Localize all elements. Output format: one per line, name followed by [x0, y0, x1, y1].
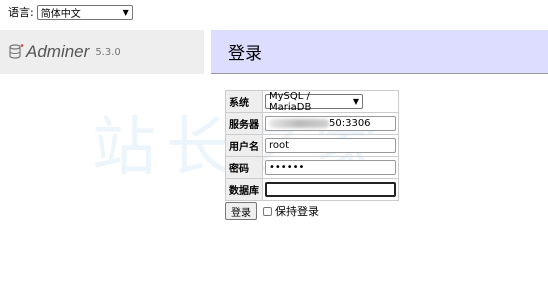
permanent-login-label: 保持登录	[275, 205, 319, 218]
database-input[interactable]	[265, 182, 396, 197]
language-select-value: 简体中文	[40, 8, 81, 20]
redacted-host	[269, 119, 329, 128]
page-title: 登录	[228, 44, 262, 64]
server-input[interactable]: 50:3306	[265, 116, 396, 131]
app-name[interactable]: Adminer	[26, 42, 89, 62]
permanent-login[interactable]: 保持登录	[263, 203, 319, 219]
app-version[interactable]: 5.3.0	[95, 47, 120, 58]
system-select[interactable]: MySQL / MariaDB ▼	[265, 91, 363, 113]
form-actions: 登录 保持登录	[225, 202, 319, 220]
login-button[interactable]: 登录	[225, 202, 257, 220]
chevron-down-icon: ▼	[352, 97, 359, 106]
password-input[interactable]: ••••••	[265, 160, 396, 175]
database-label: 数据库	[225, 178, 263, 201]
row-database: 数据库	[225, 178, 399, 201]
username-label: 用户名	[225, 134, 263, 157]
row-server: 服务器 50:3306	[225, 112, 399, 135]
chevron-down-icon: ▼	[122, 7, 129, 17]
password-label: 密码	[225, 156, 263, 179]
language-label: 语言:	[8, 6, 34, 19]
server-input-value: 50:3306	[329, 118, 371, 129]
row-system: 系统 MySQL / MariaDB ▼	[225, 90, 399, 113]
language-select[interactable]: 简体中文 ▼	[36, 4, 133, 20]
page-header: 登录	[211, 30, 548, 74]
language-row: 语言: 简体中文 ▼	[8, 4, 133, 20]
database-icon	[9, 44, 24, 59]
logo-bar: Adminer 5.3.0	[0, 30, 204, 74]
row-username: 用户名 root	[225, 134, 399, 157]
login-form-table: 系统 MySQL / MariaDB ▼ 服务器 50:3306 用户名 roo…	[225, 90, 399, 201]
system-select-value: MySQL / MariaDB	[269, 90, 312, 113]
username-input-value: root	[269, 140, 290, 151]
server-label: 服务器	[225, 112, 263, 135]
permanent-login-checkbox[interactable]	[263, 206, 272, 216]
password-input-value: ••••••	[269, 162, 305, 173]
row-password: 密码 ••••••	[225, 156, 399, 179]
username-input[interactable]: root	[265, 138, 396, 153]
system-label: 系统	[225, 90, 263, 113]
